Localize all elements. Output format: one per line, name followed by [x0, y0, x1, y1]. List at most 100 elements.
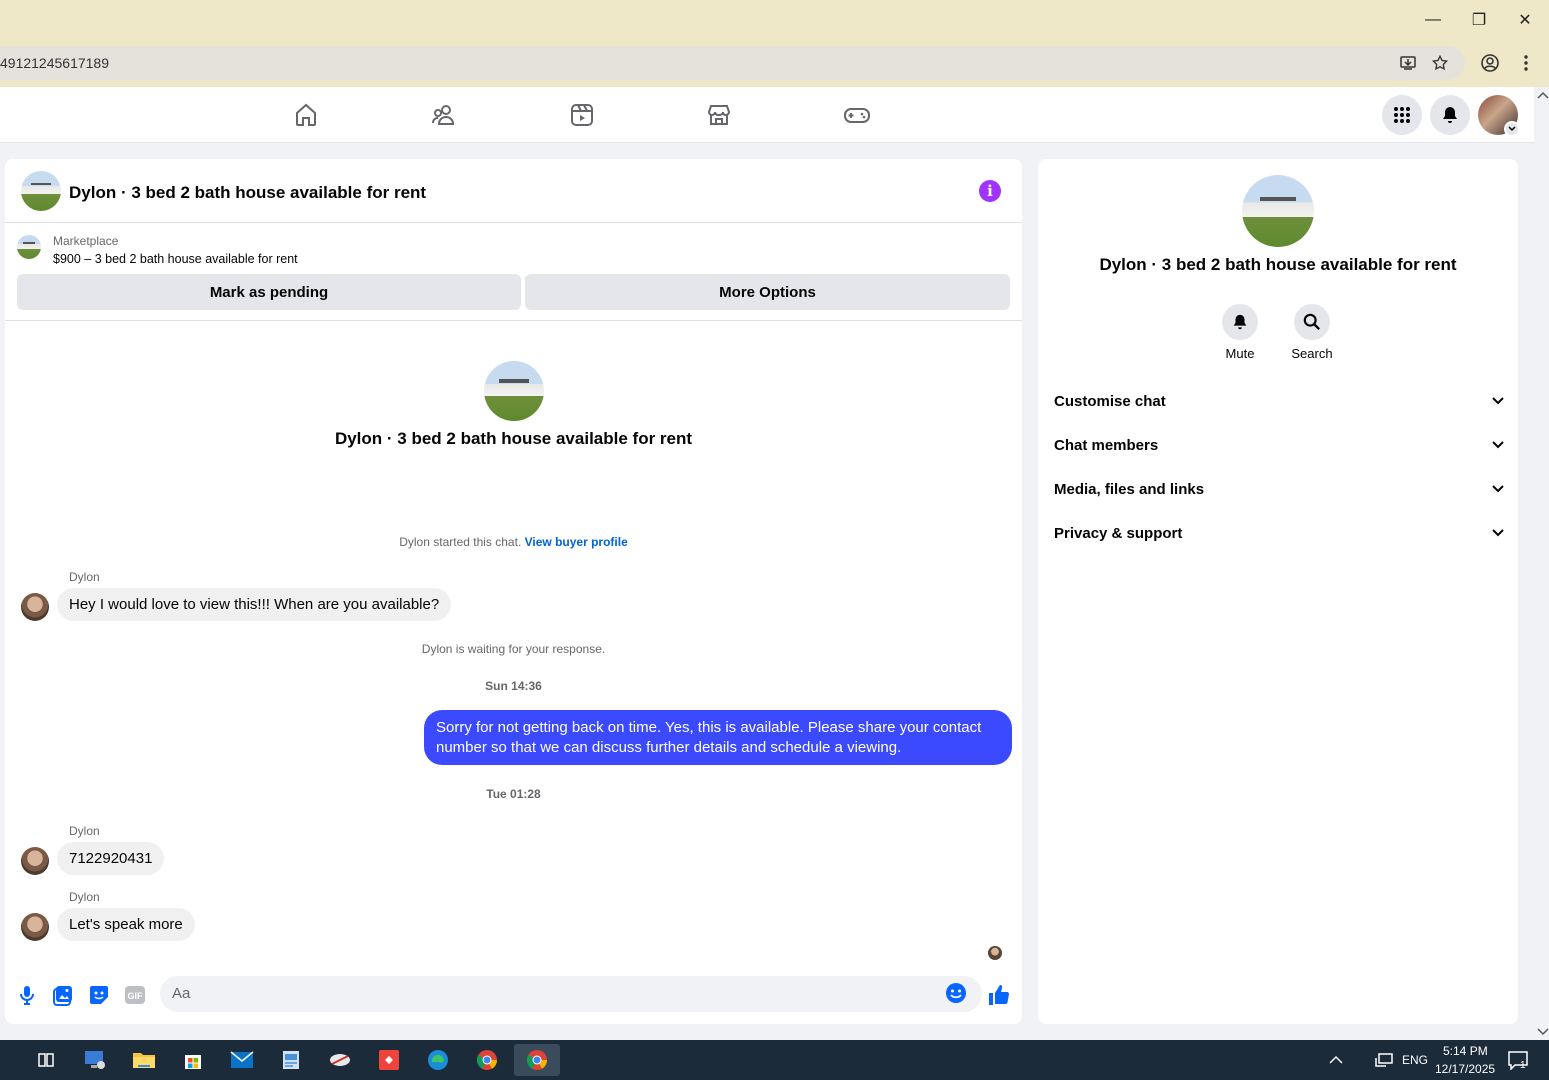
message-placeholder: Aa [172, 985, 191, 1002]
conversation-avatar [484, 361, 544, 421]
privacy-support-section[interactable]: Privacy & support [1054, 513, 1504, 553]
emoji-icon[interactable] [944, 981, 968, 1009]
chevron-down-icon[interactable] [1504, 121, 1520, 137]
chat-members-section[interactable]: Chat members [1054, 425, 1504, 465]
gaming-icon[interactable] [843, 101, 871, 129]
search-label: Search [1291, 346, 1333, 361]
marketplace-bar: Marketplace $900 – 3 bed 2 bath house av… [5, 223, 1022, 321]
view-buyer-profile-link[interactable]: View buyer profile [525, 535, 628, 549]
started-text: Dylon started this chat. [399, 535, 522, 549]
chat-panel: Dylon · 3 bed 2 bath house available for… [5, 159, 1022, 1024]
mute-button[interactable]: Mute [1210, 304, 1270, 361]
mail-icon[interactable] [222, 1044, 262, 1076]
computer-app-icon[interactable] [75, 1044, 115, 1076]
friends-icon[interactable] [430, 101, 458, 129]
install-app-icon[interactable] [1397, 52, 1419, 74]
clock-time[interactable]: 5:14 PM [1443, 1044, 1488, 1058]
window-titlebar: — ❐ ✕ [0, 0, 1549, 40]
mark-pending-button[interactable]: Mark as pending [17, 274, 521, 310]
chevron-up-icon[interactable] [1316, 1044, 1356, 1076]
outgoing-message[interactable]: Sorry for not getting back on time. Yes,… [424, 710, 1012, 765]
incoming-message[interactable]: 7122920431 [57, 842, 165, 875]
svg-text:GIF: GIF [128, 991, 144, 1001]
restore-button[interactable]: ❐ [1456, 0, 1502, 40]
message-composer: GIF Aa [5, 969, 1022, 1024]
more-options-button[interactable]: More Options [525, 274, 1010, 310]
notification-count: 1 [1520, 1060, 1526, 1071]
gif-icon[interactable]: GIF [123, 983, 147, 1007]
browser-menu-icon[interactable] [1515, 52, 1537, 74]
notification-center-icon[interactable]: 1 [1498, 1044, 1538, 1076]
snipping-tool-icon[interactable] [320, 1044, 360, 1076]
minimize-button[interactable]: — [1410, 0, 1456, 40]
file-explorer-icon[interactable] [124, 1044, 164, 1076]
section-label: Privacy & support [1054, 524, 1183, 542]
bell-icon [1222, 304, 1258, 340]
bookmark-star-icon[interactable] [1429, 52, 1451, 74]
avatar[interactable] [21, 913, 49, 941]
timestamp: Sun 14:36 [485, 679, 542, 693]
chat-details-panel: Dylon · 3 bed 2 bath house available for… [1038, 159, 1518, 1024]
search-button[interactable]: Search [1282, 304, 1342, 361]
chrome-profile-icon[interactable] [514, 1044, 560, 1076]
search-icon [1294, 304, 1330, 340]
avatar[interactable] [21, 593, 49, 621]
profile-icon[interactable] [1479, 52, 1501, 74]
sender-name: Dylon [69, 890, 100, 904]
microphone-icon[interactable] [15, 983, 39, 1007]
chat-started-note: Dylon started this chat. View buyer prof… [5, 535, 1022, 549]
like-thumb-icon[interactable] [987, 983, 1011, 1007]
section-label: Chat members [1054, 436, 1159, 454]
timestamp: Tue 01:28 [486, 787, 541, 801]
section-label: Customise chat [1054, 392, 1166, 410]
bell-icon [1443, 107, 1457, 123]
notifications-button[interactable] [1430, 95, 1470, 135]
chevron-down-icon [1492, 485, 1504, 493]
anydesk-icon[interactable] [369, 1044, 409, 1076]
menu-grid-button[interactable] [1382, 95, 1422, 135]
close-button[interactable]: ✕ [1502, 0, 1548, 40]
microsoft-store-icon[interactable] [173, 1044, 213, 1076]
address-bar[interactable]: 49121245617189 [0, 46, 1465, 80]
chrome-icon[interactable] [467, 1044, 507, 1076]
sender-name: Dylon [69, 824, 100, 838]
video-icon[interactable] [568, 101, 596, 129]
url-text[interactable]: 49121245617189 [0, 55, 109, 71]
browser-toolbar: 49121245617189 [0, 40, 1549, 87]
windows-taskbar: ENG 5:14 PM 12/17/2025 1 [0, 1040, 1549, 1080]
chat-avatar[interactable] [21, 171, 61, 211]
task-view-icon[interactable] [26, 1044, 66, 1076]
marketplace-icon[interactable] [705, 101, 733, 129]
facebook-top-nav [0, 87, 1534, 143]
listing-summary[interactable]: $900 – 3 bed 2 bath house available for … [53, 252, 298, 266]
incoming-message[interactable]: Hey I would love to view this!!! When ar… [57, 588, 452, 621]
marketplace-label: Marketplace [53, 234, 119, 248]
chat-header: Dylon · 3 bed 2 bath house available for… [5, 159, 1022, 223]
incoming-message[interactable]: Let's speak more [57, 908, 195, 941]
chevron-down-icon [1492, 441, 1504, 449]
conversation-title: Dylon · 3 bed 2 bath house available for… [334, 429, 693, 448]
edge-icon[interactable] [418, 1044, 458, 1076]
sticker-icon[interactable] [87, 983, 111, 1007]
message-input[interactable]: Aa [160, 976, 982, 1012]
info-icon[interactable]: i [979, 180, 1001, 202]
network-icon[interactable] [1364, 1044, 1404, 1076]
avatar[interactable] [21, 847, 49, 875]
home-icon[interactable] [292, 101, 320, 129]
chat-title[interactable]: Dylon · 3 bed 2 bath house available for… [69, 183, 426, 203]
seen-indicator-avatar [988, 946, 1002, 960]
language-indicator[interactable]: ENG [1402, 1053, 1428, 1067]
grid-icon [1394, 107, 1410, 123]
document-app-icon[interactable] [271, 1044, 311, 1076]
media-files-links-section[interactable]: Media, files and links [1054, 469, 1504, 509]
photo-icon[interactable] [51, 983, 75, 1007]
mute-label: Mute [1225, 346, 1255, 361]
show-desktop-edge[interactable] [0, 1044, 20, 1076]
details-title: Dylon · 3 bed 2 bath house available for… [1099, 255, 1457, 274]
listing-thumbnail[interactable] [17, 235, 41, 259]
clock-date[interactable]: 12/17/2025 [1435, 1062, 1495, 1076]
waiting-note: Dylon is waiting for your response. [421, 642, 606, 656]
page-scrollbar[interactable] [1534, 87, 1549, 1040]
customise-chat-section[interactable]: Customise chat [1054, 381, 1504, 421]
chevron-down-icon [1492, 529, 1504, 537]
